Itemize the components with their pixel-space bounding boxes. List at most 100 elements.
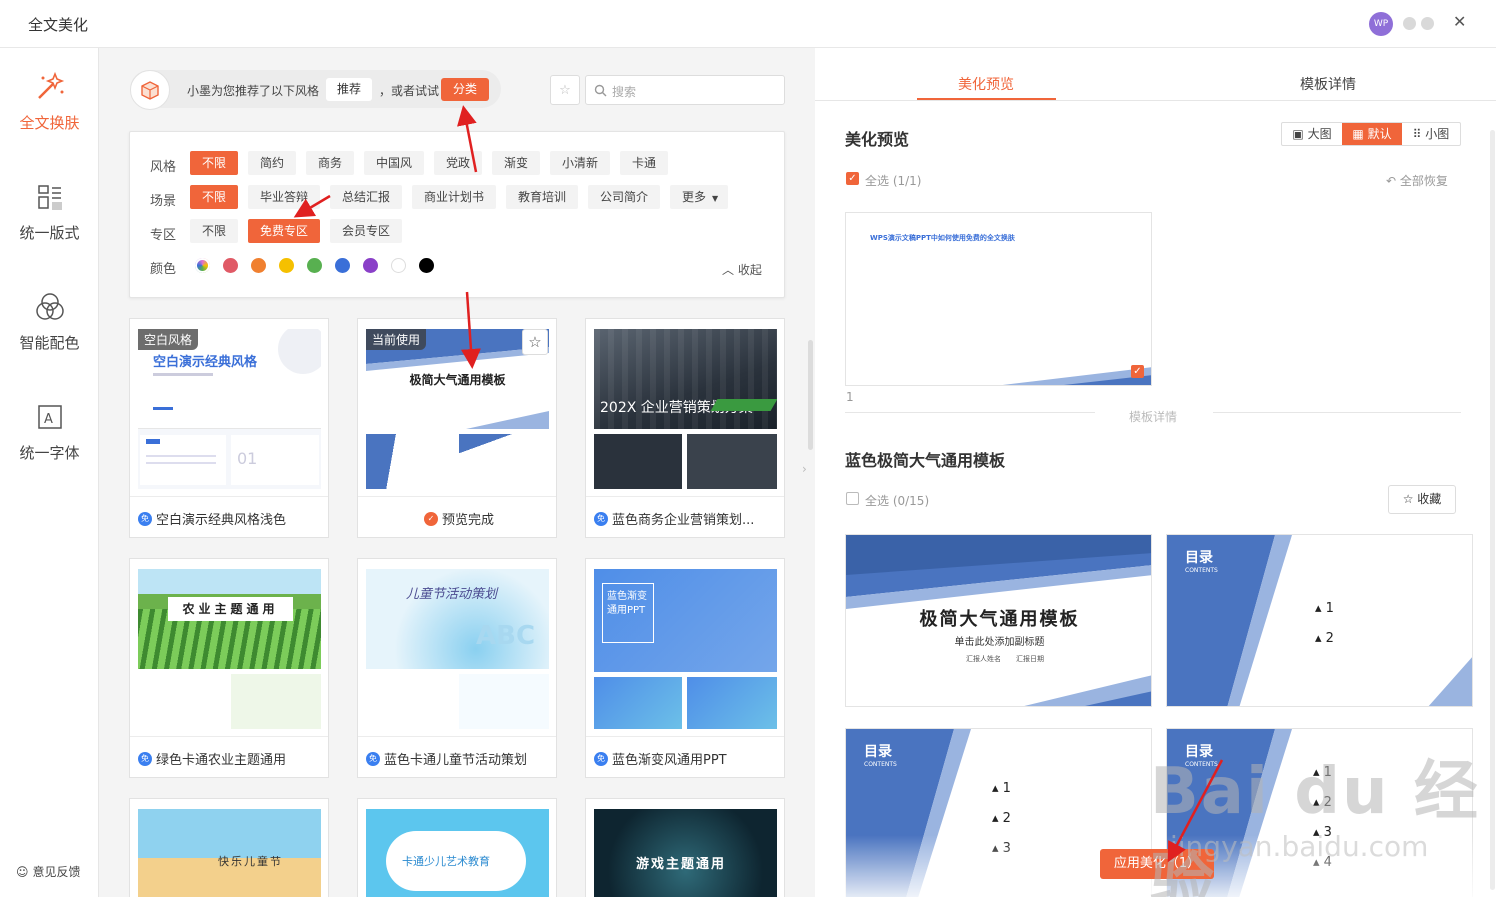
- style-chip[interactable]: 简约: [248, 151, 296, 175]
- color-swatch-multi[interactable]: [195, 258, 210, 273]
- collapse-label: 收起: [737, 263, 762, 277]
- tab-template-details[interactable]: 模板详情: [1300, 74, 1356, 94]
- template-card[interactable]: 202X 企业营销策划方案 免蓝色商务企业营销策划...: [585, 318, 785, 538]
- template-slide-cover[interactable]: 极简大气通用模板 单击此处添加副标题 汇报人姓名 汇报日期: [845, 534, 1152, 707]
- template-card-current[interactable]: 极简大气通用模板 当前使用 ☆ ✓ 预览完成: [357, 318, 557, 538]
- thumb-title: 快乐儿童节: [218, 855, 283, 868]
- template-tag: 当前使用: [366, 329, 427, 350]
- search-input[interactable]: 搜索: [585, 75, 785, 105]
- scene-chip[interactable]: 毕业答辩: [248, 185, 320, 209]
- template-slide-toc[interactable]: 目录 CONTENTS ▴ 1 ▴ 2: [1166, 534, 1473, 707]
- template-card[interactable]: 农业主题通用 免绿色卡通农业主题通用: [129, 558, 329, 778]
- sidebar-item-color[interactable]: 智能配色: [0, 290, 99, 353]
- user-avatar[interactable]: WP: [1369, 12, 1393, 36]
- scene-chip[interactable]: 教育培训: [506, 185, 578, 209]
- template-caption: 免蓝色商务企业营销策划...: [594, 509, 780, 528]
- color-swatch[interactable]: [419, 258, 434, 273]
- free-badge-icon: 免: [594, 511, 608, 526]
- slide-checkbox[interactable]: ✓: [1131, 365, 1144, 378]
- recommend-button[interactable]: 推荐: [326, 78, 372, 101]
- more-label: 更多: [682, 190, 707, 204]
- close-icon[interactable]: ✕: [1453, 12, 1466, 31]
- view-small-button[interactable]: ⠿ 小图: [1402, 123, 1460, 145]
- style-chip[interactable]: 小清新: [550, 151, 610, 175]
- template-thumbnail: 蓝色渐变通用PPT: [594, 569, 777, 729]
- magic-wand-icon: [33, 70, 67, 104]
- color-swatch[interactable]: [251, 258, 266, 273]
- check-circle-icon: ✓: [423, 511, 438, 526]
- style-chip[interactable]: 中国风: [364, 151, 424, 175]
- watermark-url: jingyan.baidu.com: [1170, 830, 1429, 863]
- select-all-template-checkbox[interactable]: [846, 492, 859, 505]
- thumb-title: 极简大气通用模板: [409, 373, 506, 387]
- free-badge-icon: 免: [594, 751, 608, 766]
- scene-chip[interactable]: 公司简介: [588, 185, 660, 209]
- style-chip[interactable]: 渐变: [492, 151, 540, 175]
- favorites-button[interactable]: ☆: [550, 75, 580, 105]
- color-swatch[interactable]: [307, 258, 322, 273]
- view-large-button[interactable]: ▣ 大图: [1282, 123, 1342, 145]
- chevron-right-icon[interactable]: ›: [802, 462, 807, 476]
- sidebar-item-layout[interactable]: 统一版式: [0, 180, 99, 243]
- skin-icon[interactable]: [1403, 17, 1416, 30]
- view-default-button[interactable]: ▦ 默认: [1342, 123, 1402, 145]
- template-card[interactable]: 蓝色渐变通用PPT 免蓝色渐变风通用PPT: [585, 558, 785, 778]
- sidebar-item-skin[interactable]: 全文换肤: [0, 70, 99, 133]
- template-thumbnail: 儿童节活动策划 ABC: [366, 569, 549, 729]
- slide-main-title: 极简大气通用模板: [919, 609, 1080, 630]
- thumb-title: 儿童节活动策划: [406, 587, 498, 602]
- assistant-avatar: [130, 70, 170, 110]
- style-chip[interactable]: 不限: [190, 151, 238, 175]
- star-icon: ☆: [1402, 492, 1414, 506]
- sidebar-item-font[interactable]: A 统一字体: [0, 400, 99, 463]
- category-button[interactable]: 分类: [441, 78, 489, 101]
- template-card[interactable]: 空白演示经典风格 01 空白风格 免空白演示经典风格浅色: [129, 318, 329, 538]
- color-circles-icon: [33, 290, 67, 324]
- template-thumbnail: 202X 企业营销策划方案: [594, 329, 777, 489]
- select-all-checkbox[interactable]: ✓: [846, 172, 859, 185]
- preview-slide[interactable]: WPS演示文稿PPT中如何使用免费的全文换肤 ✓: [845, 212, 1152, 386]
- template-card[interactable]: 儿童节活动策划 ABC 免蓝色卡通儿童节活动策划: [357, 558, 557, 778]
- template-card[interactable]: 卡通少儿艺术教育: [357, 798, 557, 897]
- grid-icon: ▦: [1352, 127, 1364, 141]
- zone-chip[interactable]: 会员专区: [330, 219, 402, 243]
- feedback-icon: ☺: [16, 864, 29, 879]
- tab-beautify-preview[interactable]: 美化预览: [958, 74, 1014, 94]
- toc-sub: CONTENTS: [864, 761, 897, 768]
- zone-chip[interactable]: 不限: [190, 219, 238, 243]
- template-details-divider-label: 模板详情: [1129, 410, 1178, 424]
- favorite-button[interactable]: ☆ 收藏: [1388, 485, 1456, 514]
- style-chip[interactable]: 党政: [434, 151, 482, 175]
- template-card[interactable]: 游戏主题通用: [585, 798, 785, 897]
- star-icon[interactable]: ☆: [522, 329, 548, 355]
- template-caption: 免空白演示经典风格浅色: [138, 509, 324, 528]
- zone-chip[interactable]: 免费专区: [248, 219, 320, 243]
- toc-sub: CONTENTS: [1185, 567, 1218, 574]
- collapse-button[interactable]: ︿ 收起: [722, 261, 762, 278]
- scene-chip[interactable]: 商业计划书: [412, 185, 496, 209]
- color-swatch[interactable]: [391, 258, 406, 273]
- template-card[interactable]: 快乐儿童节: [129, 798, 329, 897]
- color-swatch[interactable]: [279, 258, 294, 273]
- color-swatch[interactable]: [335, 258, 350, 273]
- color-swatch[interactable]: [223, 258, 238, 273]
- sidebar-item-label: 全文换肤: [19, 114, 80, 132]
- feedback-link[interactable]: ☺ 意见反馈: [16, 863, 81, 880]
- sidebar: 全文换肤 统一版式 智能配色 A 统一字体 ☺ 意见反馈: [0, 48, 99, 897]
- scene-chip[interactable]: 总结汇报: [330, 185, 402, 209]
- image-icon: ▣: [1292, 127, 1304, 141]
- caret-down-icon: ▼: [712, 194, 719, 203]
- section-title: 美化预览: [845, 130, 910, 149]
- restore-all-button[interactable]: ↶ 全部恢复: [1386, 172, 1448, 189]
- color-swatch[interactable]: [363, 258, 378, 273]
- filter-label-scene: 场景: [150, 194, 177, 209]
- svg-text:A: A: [44, 412, 53, 427]
- scene-chip[interactable]: 不限: [190, 185, 238, 209]
- style-chip[interactable]: 商务: [306, 151, 354, 175]
- template-thumbnail: 卡通少儿艺术教育: [366, 809, 549, 897]
- settings-icon[interactable]: [1421, 17, 1434, 30]
- style-chip[interactable]: 卡通: [620, 151, 668, 175]
- select-all-template-label: 全选 (0/15): [865, 494, 930, 508]
- scene-more-dropdown[interactable]: 更多 ▼: [670, 185, 728, 209]
- template-scrollbar[interactable]: [808, 340, 813, 450]
